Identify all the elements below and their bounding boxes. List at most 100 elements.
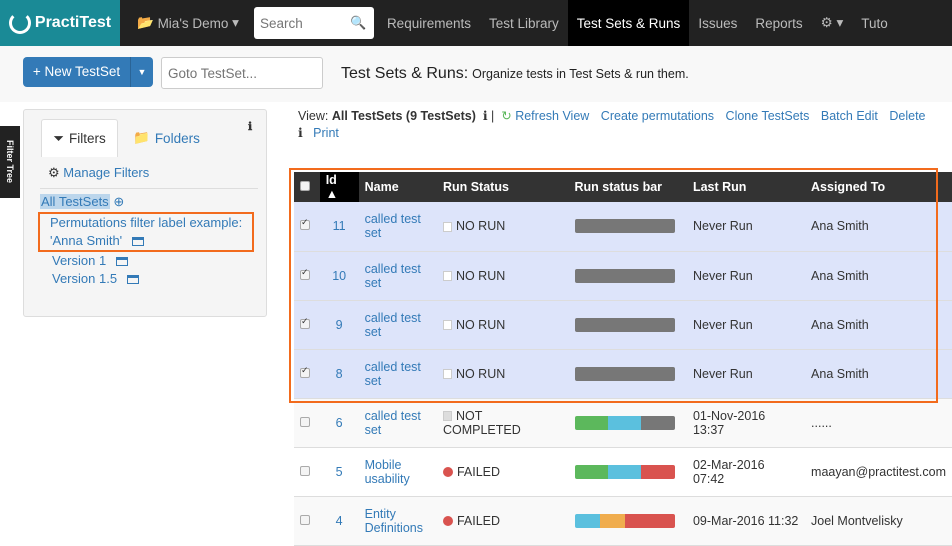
filter-tree: All TestSets ⊕ Permutations filter label… <box>38 188 258 288</box>
row-checkbox[interactable] <box>294 251 320 301</box>
testset-id[interactable]: 10 <box>332 269 346 283</box>
list-icon[interactable] <box>127 275 140 285</box>
testset-name[interactable]: called test set <box>365 409 421 437</box>
table-row[interactable]: 11 called test set NO RUN Never Run Ana … <box>294 202 952 252</box>
bar-segment-blue <box>607 464 641 479</box>
practitest-logo[interactable]: PractiTest <box>0 0 120 46</box>
row-checkbox[interactable] <box>294 447 320 497</box>
last-run: Never Run <box>686 202 806 252</box>
bar-segment-gray <box>574 219 675 234</box>
table-row[interactable]: 10 called test set NO RUN Never Run Ana … <box>294 251 952 301</box>
search-icon[interactable]: 🔍 <box>350 15 366 31</box>
tab-filters[interactable]: ⏷ Filters <box>41 119 118 157</box>
last-run: Never Run <box>686 300 806 350</box>
view-actions: View: All TestSets (9 TestSets) ℹ | ↻ Re… <box>298 109 926 140</box>
filter-all-testsets[interactable]: All TestSets <box>40 194 110 209</box>
no-run-icon <box>442 221 452 232</box>
testset-id[interactable]: 9 <box>336 318 343 332</box>
col-assigned-to[interactable]: Assigned To <box>805 172 952 202</box>
testset-name[interactable]: called test set <box>365 360 421 388</box>
refresh-view-link[interactable]: Refresh View <box>515 109 589 123</box>
testset-id[interactable]: 6 <box>336 416 343 430</box>
info-icon[interactable]: ℹ <box>298 126 303 140</box>
new-testset-button[interactable]: + New TestSet ▼ <box>23 57 153 87</box>
col-last-run[interactable]: Last Run <box>686 172 806 202</box>
filter-tree-toggle[interactable]: Filter Tree <box>0 126 20 198</box>
bar-segment-gray <box>574 317 675 332</box>
search-input[interactable] <box>259 15 350 31</box>
row-checkbox[interactable] <box>294 398 320 448</box>
col-run-status-bar[interactable]: Run status bar <box>568 172 687 202</box>
col-id[interactable]: Id ▲ <box>319 172 359 202</box>
settings-gear-icon[interactable]: ⚙ ▾ <box>812 0 853 46</box>
testset-id[interactable]: 4 <box>336 514 343 528</box>
row-checkbox[interactable] <box>294 202 320 252</box>
nav-issues[interactable]: Issues <box>689 0 746 46</box>
failed-icon <box>442 516 453 527</box>
col-run-status[interactable]: Run Status <box>436 172 569 202</box>
nav-test-library[interactable]: Test Library <box>480 0 568 46</box>
tab-folders[interactable]: 📁 Folders <box>133 119 200 157</box>
testset-name[interactable]: called test set <box>365 212 421 240</box>
refresh-icon: ↻ <box>501 109 512 123</box>
testset-id[interactable]: 11 <box>333 219 346 233</box>
no-run-icon <box>442 271 452 282</box>
nav-reports[interactable]: Reports <box>746 0 811 46</box>
col-name[interactable]: Name <box>358 172 437 202</box>
testset-name[interactable]: called test set <box>365 262 421 290</box>
assigned-to: Ana Smith <box>805 251 952 301</box>
nav-tutorial[interactable]: Tuto <box>852 0 897 46</box>
last-run: Never Run <box>686 251 806 301</box>
run-status: NO RUN <box>436 251 569 301</box>
manage-filters-link[interactable]: ⚙ Manage Filters <box>48 165 149 181</box>
bar-segment-red <box>640 464 675 479</box>
filter-version-1-5[interactable]: Version 1.5 <box>40 270 258 288</box>
last-run: 01-Nov-2016 13:37 <box>686 398 806 448</box>
testset-name[interactable]: Entity Definitions <box>365 507 423 535</box>
nav-test-sets-runs[interactable]: Test Sets & Runs <box>567 0 690 46</box>
run-status: NO RUN <box>436 349 569 399</box>
bar-segment-green <box>574 464 608 479</box>
info-icon[interactable]: ℹ <box>483 109 488 123</box>
new-testset-dropdown-caret[interactable]: ▼ <box>131 67 153 77</box>
delete-link[interactable]: Delete <box>889 109 925 123</box>
table-row[interactable]: 4 Entity Definitions FAILED 09-Mar-2016 … <box>294 496 952 546</box>
row-checkbox[interactable] <box>294 496 320 546</box>
run-status-bar <box>574 513 675 528</box>
batch-edit-link[interactable]: Batch Edit <box>821 109 878 123</box>
table-row[interactable]: 8 called test set NO RUN Never Run Ana S… <box>294 349 952 399</box>
page-title: Test Sets & Runs: Organize tests in Test … <box>341 65 689 82</box>
clone-testsets-link[interactable]: Clone TestSets <box>726 109 810 123</box>
gear-icon: ⚙ <box>48 165 60 180</box>
testset-id[interactable]: 8 <box>336 367 343 381</box>
print-link[interactable]: Print <box>313 126 339 140</box>
add-filter-icon[interactable]: ⊕ <box>113 194 124 209</box>
row-checkbox[interactable] <box>294 349 320 399</box>
filter-icon: ⏷ <box>53 130 65 146</box>
row-checkbox[interactable] <box>294 300 320 350</box>
filter-version-1[interactable]: Version 1 <box>40 252 258 270</box>
run-status: NOT COMPLETED <box>436 398 569 448</box>
table-row[interactable]: 5 Mobile usability FAILED 02-Mar-2016 07… <box>294 447 952 497</box>
table-row[interactable]: 9 called test set NO RUN Never Run Ana S… <box>294 300 952 350</box>
nav-requirements[interactable]: Requirements <box>378 0 480 46</box>
permutation-filter[interactable]: Permutations filter label example: 'Anna… <box>38 212 254 252</box>
search-box: 🔍 <box>253 7 374 39</box>
info-icon[interactable]: ℹ <box>248 120 252 133</box>
logo-icon <box>8 12 31 34</box>
run-status-bar <box>574 415 675 430</box>
list-icon[interactable] <box>132 237 145 247</box>
table-row[interactable]: 6 called test set NOT COMPLETED 01-Nov-2… <box>294 398 952 448</box>
list-icon[interactable] <box>116 257 129 267</box>
testset-name[interactable]: called test set <box>365 311 421 339</box>
select-all-checkbox[interactable] <box>294 172 320 202</box>
testset-id[interactable]: 5 <box>336 465 343 479</box>
testset-name[interactable]: Mobile usability <box>365 458 410 486</box>
goto-testset-input[interactable] <box>161 57 323 89</box>
create-permutations-link[interactable]: Create permutations <box>601 109 714 123</box>
project-dropdown[interactable]: 📂 Mia's Demo ▾ <box>128 0 248 46</box>
run-status-bar <box>574 268 675 283</box>
run-status-bar <box>574 317 675 332</box>
assigned-to: Ana Smith <box>805 349 952 399</box>
assigned-to: Ana Smith <box>805 202 952 252</box>
